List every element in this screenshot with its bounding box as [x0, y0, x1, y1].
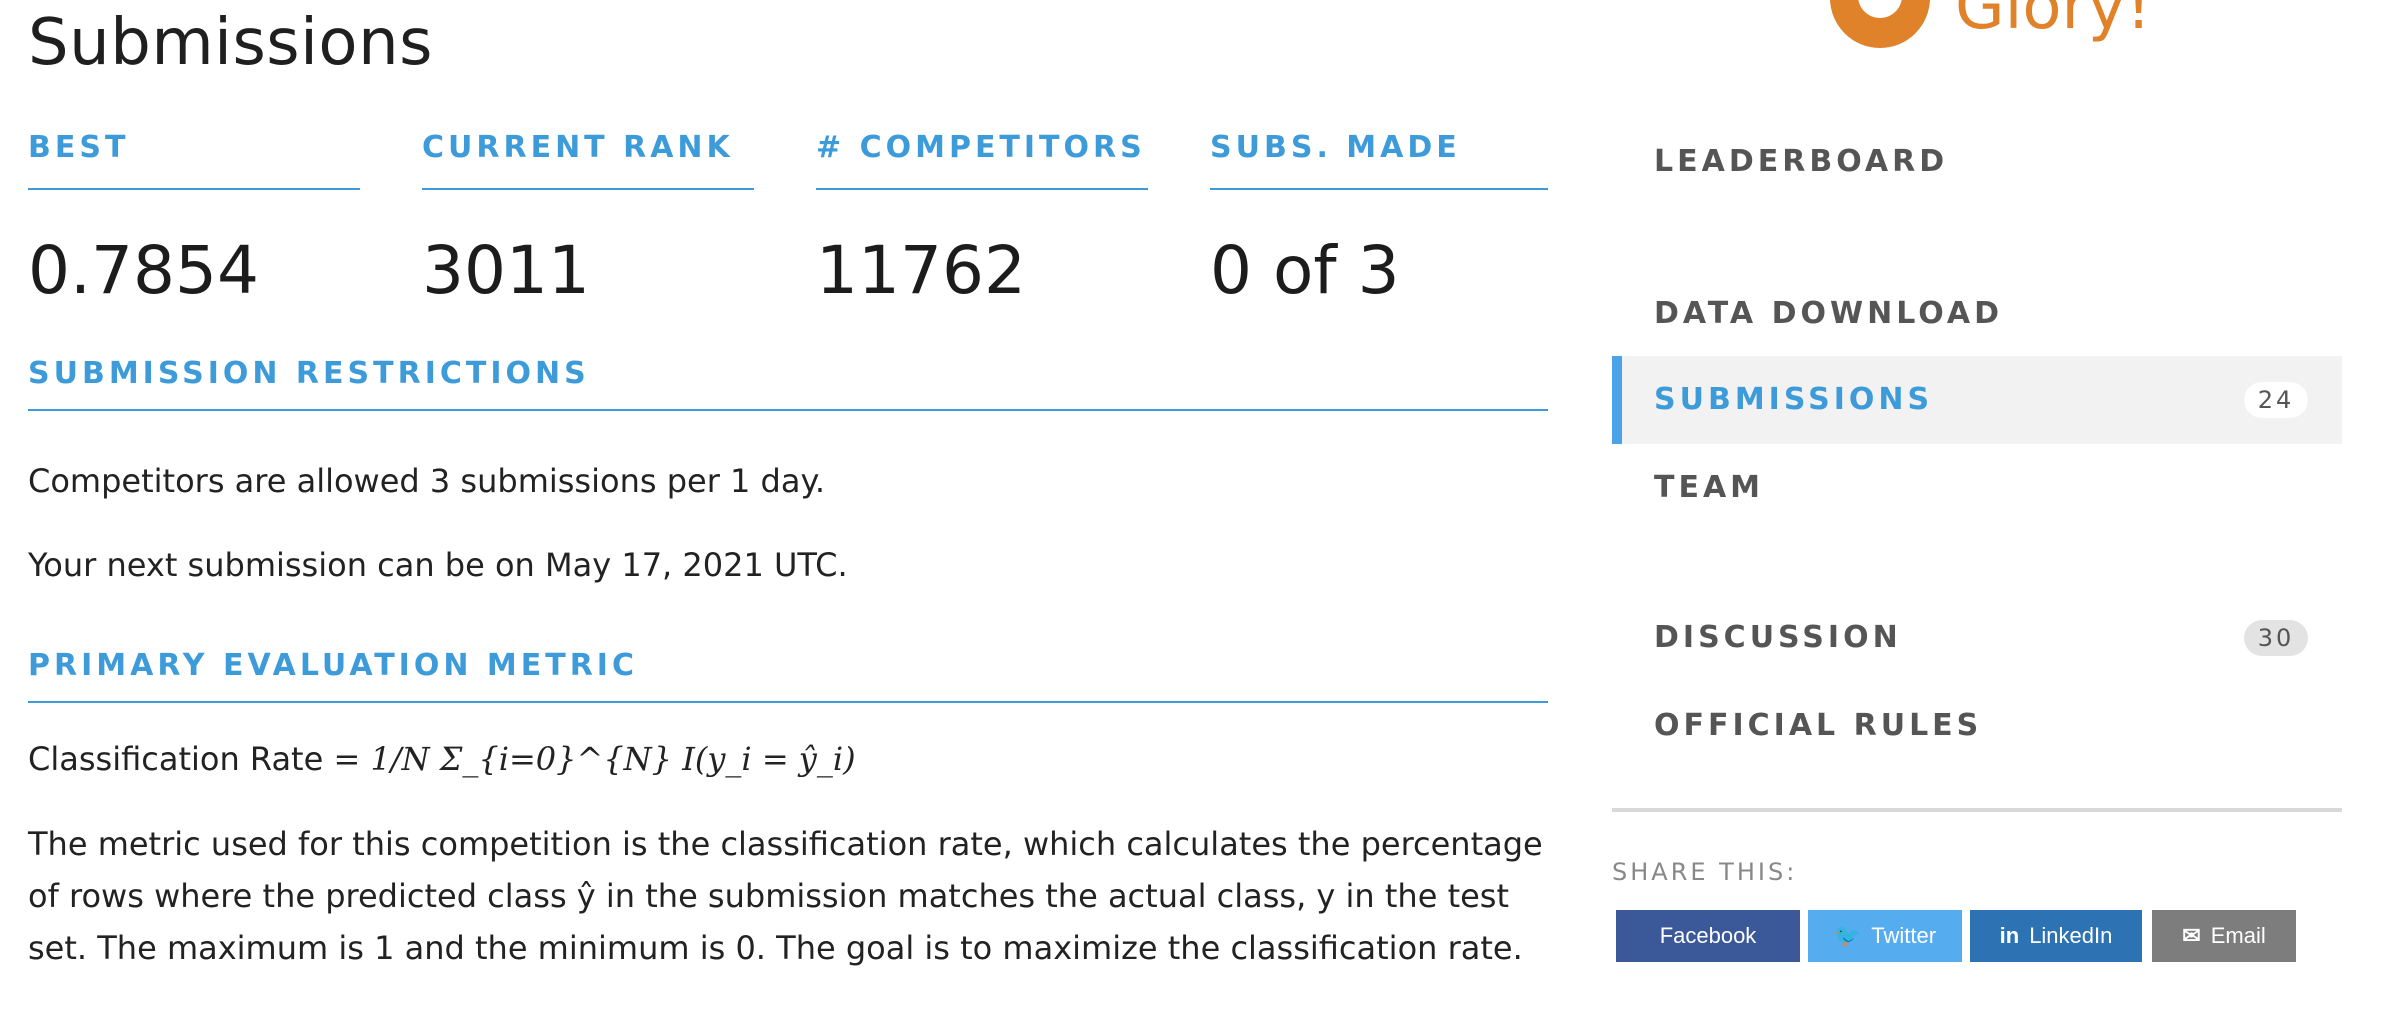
nav-submissions-label: SUBMISSIONS [1654, 382, 1934, 417]
restrictions-title: SUBMISSION RESTRICTIONS [28, 356, 1548, 411]
stat-rank: CURRENT RANK 3011 [422, 128, 754, 309]
stat-competitors: # COMPETITORS 11762 [816, 128, 1148, 309]
stat-rank-label: CURRENT RANK [422, 128, 754, 190]
brand-text[interactable]: Glory! [1955, 0, 2151, 44]
metric-description: The metric used for this competition is … [28, 825, 1543, 967]
share-linkedin-button[interactable]: in LinkedIn [1970, 910, 2142, 962]
share-email-button[interactable]: ✉ Email [2152, 910, 2296, 962]
metric-title: PRIMARY EVALUATION METRIC [28, 648, 1548, 703]
nav-official-rules-label: OFFICIAL RULES [1654, 708, 1983, 743]
email-icon: ✉ [2182, 923, 2201, 948]
nav-data-download-label: DATA DOWNLOAD [1654, 296, 2004, 331]
nav-leaderboard[interactable]: LEADERBOARD [1612, 118, 2342, 206]
linkedin-icon: in [1999, 923, 2020, 948]
nav-leaderboard-label: LEADERBOARD [1654, 144, 1949, 179]
twitter-icon: 🐦 [1833, 923, 1862, 948]
sidebar-divider [1612, 808, 2342, 812]
restrictions-line-1: Competitors are allowed 3 submissions pe… [28, 462, 826, 500]
nav-discussion-label: DISCUSSION [1654, 620, 1902, 655]
linkedin-label: LinkedIn [2029, 923, 2113, 948]
page-title: Submissions [28, 6, 433, 80]
restrictions-line-2: Your next submission can be on May 17, 2… [28, 546, 848, 584]
nav-team-label: TEAM [1654, 470, 1765, 505]
nav-discussion[interactable]: DISCUSSION 30 [1612, 594, 2342, 682]
nav-official-rules[interactable]: OFFICIAL RULES [1612, 682, 2342, 770]
formula-label: Classification Rate [28, 740, 324, 778]
share-facebook-button[interactable]: Facebook [1616, 910, 1800, 962]
nav-data-download[interactable]: DATA DOWNLOAD [1612, 270, 2342, 358]
stat-subs-made: SUBS. MADE 0 of 3 [1210, 128, 1548, 309]
email-label: Email [2210, 923, 2266, 948]
submissions-count-badge: 24 [2244, 382, 2308, 418]
formula-expression: = 1/N Σ_{i=0}^{N} I(y_i = ŷ_i) [333, 740, 856, 778]
stat-rank-value: 3011 [422, 232, 590, 309]
twitter-label: Twitter [1871, 923, 1937, 948]
stat-best: BEST 0.7854 [28, 128, 360, 309]
facebook-label: Facebook [1659, 923, 1757, 948]
nav-submissions[interactable]: SUBMISSIONS 24 [1612, 356, 2342, 444]
share-twitter-button[interactable]: 🐦 Twitter [1808, 910, 1962, 962]
stat-best-label: BEST [28, 128, 360, 190]
metric-formula: Classification Rate = 1/N Σ_{i=0}^{N} I(… [28, 740, 856, 778]
nav-team[interactable]: TEAM [1612, 444, 2342, 532]
share-label: SHARE THIS: [1612, 858, 1798, 886]
stat-competitors-value: 11762 [816, 232, 1026, 309]
stat-subs-made-value: 0 of 3 [1210, 232, 1400, 309]
discussion-count-badge: 30 [2244, 620, 2308, 656]
stat-subs-made-label: SUBS. MADE [1210, 128, 1548, 190]
stats-row: BEST 0.7854 CURRENT RANK 3011 # COMPETIT… [28, 128, 1548, 328]
stat-competitors-label: # COMPETITORS [816, 128, 1148, 190]
stat-best-value: 0.7854 [28, 232, 259, 309]
